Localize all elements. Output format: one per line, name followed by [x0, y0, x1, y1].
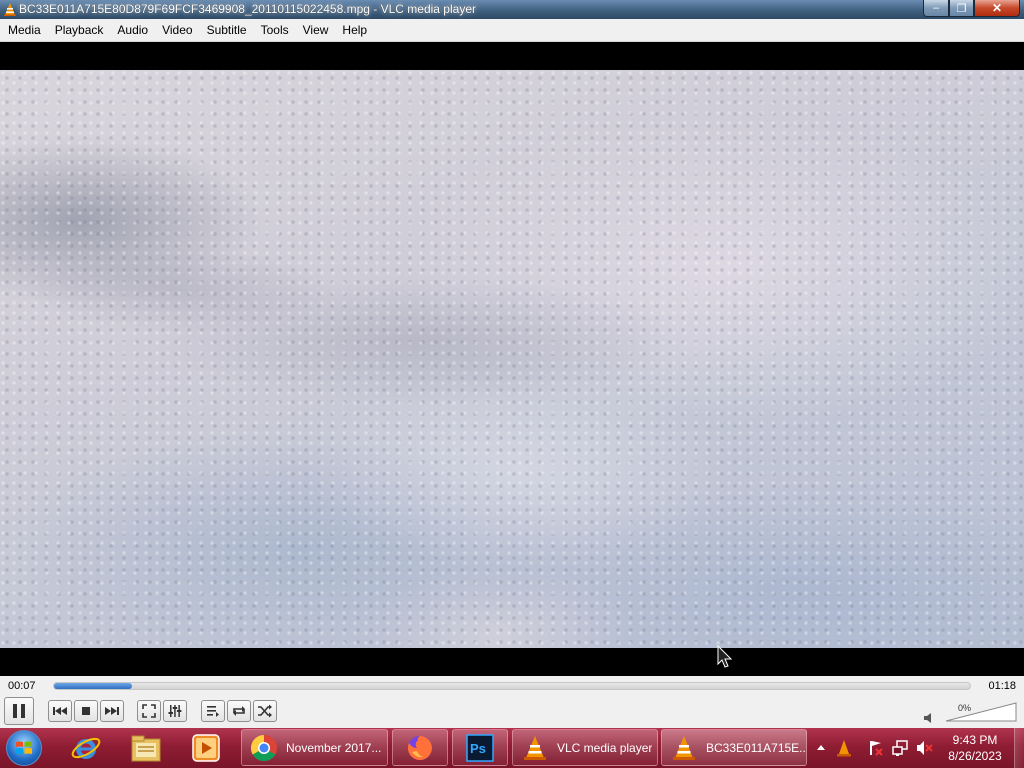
internet-explorer-icon [71, 737, 101, 759]
seek-progress [54, 683, 132, 689]
taskbar-task-label: November 2017... [286, 740, 382, 755]
file-explorer-button[interactable] [118, 730, 174, 766]
taskbar-vlc-file-window[interactable]: BC33E011A715E... [661, 729, 807, 766]
chrome-icon [250, 734, 277, 761]
minimize-button[interactable]: – [923, 0, 949, 17]
windows-logo-icon [16, 741, 32, 754]
close-button[interactable]: ✕ [974, 0, 1020, 17]
speaker-icon[interactable] [923, 712, 935, 724]
next-icon [105, 707, 119, 715]
vlc-tray-icon[interactable] [836, 739, 852, 757]
menu-tools[interactable]: Tools [254, 19, 296, 41]
show-desktop-button[interactable] [1014, 728, 1024, 768]
taskbar-clock[interactable]: 9:43 PM 8/26/2023 [940, 732, 1010, 764]
elapsed-time: 00:07 [8, 680, 36, 692]
photoshop-icon: Ps [466, 733, 494, 762]
taskbar-photoshop-window[interactable]: Ps [452, 729, 508, 766]
file-explorer-icon [131, 735, 161, 762]
show-hidden-icons-icon[interactable] [816, 743, 826, 751]
menu-bar: Media Playback Audio Video Subtitle Tool… [0, 19, 1024, 42]
menu-view[interactable]: View [296, 19, 336, 41]
menu-video[interactable]: Video [155, 19, 199, 41]
mouse-cursor-icon [717, 645, 733, 668]
playlist-button[interactable] [201, 700, 225, 722]
vlc-icon [524, 735, 546, 760]
menu-audio[interactable]: Audio [110, 19, 155, 41]
window-title: BC33E011A715E80D879F69FCF3469908_2011011… [19, 2, 476, 16]
internet-explorer-button[interactable] [58, 730, 114, 766]
video-display[interactable] [0, 42, 1024, 676]
fullscreen-icon [142, 704, 156, 718]
clock-time: 9:43 PM [952, 733, 998, 747]
playback-controls: 00:07 01:18 0% [0, 676, 1024, 728]
firefox-icon [407, 735, 432, 760]
network-icon[interactable] [892, 739, 910, 757]
shuffle-button[interactable] [253, 700, 277, 722]
previous-button[interactable] [48, 700, 72, 722]
loop-button[interactable] [227, 700, 251, 722]
extended-settings-button[interactable] [163, 700, 187, 722]
stop-icon [82, 707, 90, 715]
previous-icon [53, 707, 67, 715]
taskbar: November 2017... Ps VLC media player BC3… [0, 728, 1024, 768]
start-button[interactable] [4, 729, 44, 767]
menu-media[interactable]: Media [0, 19, 48, 41]
video-frame [0, 70, 1024, 648]
volume-muted-icon[interactable] [916, 740, 934, 756]
seek-bar[interactable] [53, 682, 971, 690]
title-bar: BC33E011A715E80D879F69FCF3469908_2011011… [0, 0, 1024, 19]
shuffle-icon [258, 704, 272, 718]
taskbar-chrome-window[interactable]: November 2017... [241, 729, 388, 766]
vlc-icon [673, 735, 695, 760]
playlist-icon [207, 706, 219, 717]
pause-button[interactable] [4, 697, 34, 725]
action-center-icon[interactable] [866, 739, 884, 757]
menu-subtitle[interactable]: Subtitle [200, 19, 254, 41]
taskbar-task-label: BC33E011A715E... [706, 740, 806, 755]
taskbar-vlc-window[interactable]: VLC media player [512, 729, 658, 766]
menu-playback[interactable]: Playback [48, 19, 111, 41]
clock-date: 8/26/2023 [948, 749, 1002, 763]
media-player-button[interactable] [178, 730, 234, 766]
windows-start-orb [6, 730, 42, 766]
pause-icon [13, 704, 25, 718]
taskbar-task-label: VLC media player [557, 740, 653, 755]
vlc-icon [4, 3, 16, 16]
total-time: 01:18 [988, 680, 1016, 692]
extended-settings-icon [168, 705, 182, 717]
fullscreen-button[interactable] [137, 700, 161, 722]
taskbar-firefox-window[interactable] [392, 729, 448, 766]
media-player-icon [192, 734, 220, 762]
next-button[interactable] [100, 700, 124, 722]
loop-icon [233, 706, 245, 716]
photoshop-glyph: Ps [470, 741, 486, 756]
maximize-button[interactable]: ❐ [949, 0, 974, 17]
stop-button[interactable] [74, 700, 98, 722]
volume-slider[interactable] [944, 701, 1018, 723]
menu-help[interactable]: Help [335, 19, 374, 41]
